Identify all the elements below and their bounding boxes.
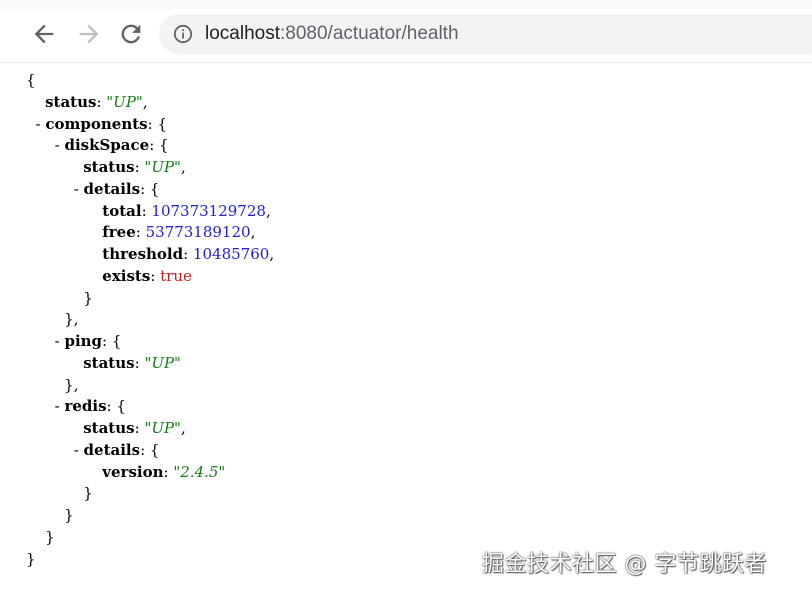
json-line: {: [26, 70, 274, 92]
site-info-icon[interactable]: [173, 24, 193, 44]
json-line-diskspace: - diskSpace: {: [54, 136, 169, 155]
json-key: components: [45, 114, 148, 133]
json-line-diskspace-details: - details: {: [73, 179, 160, 198]
close-brace: }: [64, 375, 74, 394]
json-key: version: [102, 462, 164, 481]
json-line-status: status: "UP",: [45, 92, 148, 111]
json-key: status: [83, 353, 135, 372]
watermark: 掘金技术社区 @ 字节跳跃者: [482, 552, 767, 577]
json-line-free: free: 53773189120,: [102, 223, 256, 242]
json-line-threshold: threshold: 10485760,: [102, 245, 275, 263]
open-brace: {: [26, 71, 36, 89]
url-host: localhost: [205, 23, 280, 44]
collapse-toggle[interactable]: -: [55, 332, 65, 350]
json-line-version: version: "2.4.5": [102, 462, 226, 481]
json-string-value: "UP": [144, 353, 181, 372]
json-key: details: [83, 440, 141, 459]
json-string-value: "UP": [144, 158, 181, 176]
json-key: threshold: [102, 245, 184, 263]
json-line-diskspace-status: status: "UP",: [83, 158, 186, 176]
json-string-value: "2.4.5": [173, 462, 226, 481]
collapse-toggle[interactable]: -: [74, 441, 84, 459]
json-line-components: - components: {: [35, 114, 167, 133]
json-line-redis-details: - details: {: [73, 440, 160, 459]
json-string-value: "UP": [106, 92, 143, 111]
reload-icon: [121, 24, 141, 44]
json-number-value: 10485760: [192, 245, 270, 263]
tab-strip-edge: [0, 0, 812, 9]
arrow-left-icon: [34, 24, 54, 44]
collapse-toggle[interactable]: -: [36, 115, 46, 133]
close-brace: }: [45, 527, 55, 546]
json-key: redis: [64, 397, 107, 416]
close-brace: }: [83, 484, 93, 503]
json-line-ping-status: status: "UP": [83, 353, 181, 372]
url-path: :8080/actuator/health: [280, 23, 459, 44]
json-line-ping: - ping: {: [54, 332, 122, 350]
json-key: status: [45, 92, 97, 111]
json-line: }: [26, 483, 274, 505]
json-number-value: 107373129728: [151, 201, 266, 220]
json-line-total: total: 107373129728,: [102, 201, 271, 220]
close-brace: }: [64, 506, 74, 524]
json-number-value: 53773189120: [145, 223, 251, 242]
json-key: status: [83, 158, 135, 176]
json-line-redis: - redis: {: [54, 397, 126, 416]
url-text[interactable]: localhost:8080/actuator/health: [205, 14, 459, 54]
json-line: },: [64, 375, 79, 394]
json-viewer: { status: "UP", - components: { - diskSp…: [26, 70, 274, 570]
json-key: diskSpace: [64, 136, 150, 155]
json-line: }: [26, 527, 274, 549]
close-brace: }: [83, 288, 93, 307]
collapse-toggle[interactable]: -: [74, 180, 84, 198]
json-line: }: [26, 505, 274, 527]
forward-button[interactable]: [75, 20, 103, 48]
json-key: details: [83, 179, 141, 198]
json-string-value: "UP": [144, 419, 181, 437]
json-key: total: [102, 201, 142, 220]
json-boolean-value: true: [160, 266, 192, 285]
arrow-right-icon: [79, 24, 99, 44]
browser-toolbar: localhost:8080/actuator/health: [0, 0, 812, 63]
json-key: free: [102, 223, 136, 242]
close-brace: }: [26, 549, 36, 568]
json-key: exists: [102, 266, 151, 285]
json-key: ping: [64, 332, 103, 350]
json-line: },: [64, 310, 79, 329]
address-bar[interactable]: localhost:8080/actuator/health: [159, 14, 812, 54]
collapse-toggle[interactable]: -: [55, 397, 65, 415]
json-line-redis-status: status: "UP",: [83, 419, 186, 437]
reload-button[interactable]: [117, 20, 145, 48]
back-button[interactable]: [30, 20, 58, 48]
close-brace: }: [64, 310, 74, 329]
json-line-exists: exists: true: [102, 266, 192, 285]
json-key: status: [83, 419, 135, 437]
json-line: }: [26, 288, 274, 310]
collapse-toggle[interactable]: -: [55, 136, 65, 154]
json-line: }: [26, 549, 274, 571]
